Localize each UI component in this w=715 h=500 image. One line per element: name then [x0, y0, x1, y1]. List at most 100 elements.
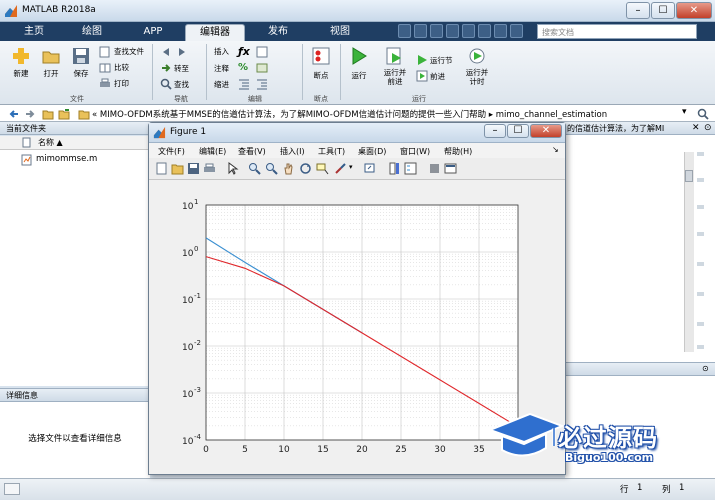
editor-marker — [697, 262, 704, 266]
brush-dropdown-icon[interactable]: ▾ — [349, 163, 353, 171]
watermark-title: 必过源码 — [558, 424, 658, 452]
path-dropdown-icon[interactable]: ▾ — [682, 107, 687, 117]
y-tick-label: 10 — [182, 249, 194, 259]
menu-insert[interactable]: 插入(I) — [280, 146, 305, 157]
menu-help[interactable]: 帮助(H) — [444, 146, 472, 157]
figure-minimize-button[interactable]: – — [484, 124, 506, 138]
find-button[interactable]: 查找 — [174, 79, 189, 90]
x-tick-label: 35 — [473, 445, 484, 455]
save-icon[interactable] — [72, 47, 90, 65]
fx-icon[interactable]: ƒx — [238, 45, 250, 58]
close-button[interactable]: ✕ — [676, 2, 712, 19]
print-figure-icon[interactable] — [203, 162, 216, 175]
wrap-comments-icon[interactable] — [256, 62, 268, 74]
brush-icon[interactable] — [334, 162, 347, 175]
up-folder-icon[interactable] — [42, 108, 54, 120]
maximize-button[interactable]: ☐ — [651, 2, 675, 19]
redo-icon[interactable] — [478, 24, 491, 38]
dock-figure-icon[interactable]: ↘ — [552, 145, 559, 154]
y-tick-label: 10 — [182, 343, 194, 353]
find-files-button[interactable]: 查找文件 — [114, 46, 144, 57]
quick-save-icon[interactable] — [398, 24, 411, 38]
comment-button[interactable]: 注释 — [214, 63, 229, 74]
search-icon[interactable] — [697, 108, 709, 120]
quick-paste-icon[interactable] — [446, 24, 459, 38]
editor-scrollbar[interactable] — [684, 152, 694, 352]
data-cursor-icon[interactable] — [316, 162, 329, 175]
hide-plot-tools-icon[interactable] — [428, 162, 441, 175]
show-plot-tools-icon[interactable] — [444, 162, 457, 175]
help-icon[interactable] — [510, 24, 523, 38]
forward-icon[interactable] — [176, 46, 188, 58]
quick-cut-icon[interactable] — [414, 24, 427, 38]
back-arrow-icon[interactable] — [8, 108, 20, 120]
menu-view[interactable]: 查看(V) — [238, 146, 266, 157]
save-label: 保存 — [73, 69, 89, 78]
advance-button[interactable]: 前进 — [430, 71, 445, 82]
edit-plot-icon[interactable] — [226, 162, 239, 175]
increase-indent-icon[interactable] — [256, 78, 268, 90]
open-icon[interactable] — [42, 47, 60, 65]
save-figure-icon[interactable] — [187, 162, 200, 175]
comment-percent-icon[interactable]: % — [238, 62, 248, 73]
run-icon[interactable] — [350, 47, 368, 65]
breakpoints-icon[interactable] — [312, 47, 330, 65]
menu-window[interactable]: 窗口(W) — [400, 146, 430, 157]
y-tick-labels: 10 110 010 -110 -210 -310 -4 — [182, 198, 202, 447]
print-button[interactable]: 打印 — [114, 78, 129, 89]
menu-edit[interactable]: 编辑(E) — [199, 146, 226, 157]
link-plot-icon[interactable] — [364, 162, 377, 175]
compare-icon — [99, 63, 111, 73]
menu-file[interactable]: 文件(F) — [158, 146, 185, 157]
new-icon[interactable] — [12, 47, 30, 65]
editor-menu-icon[interactable]: ⊙ — [704, 123, 712, 133]
insert-button[interactable]: 插入 — [214, 46, 229, 57]
undo-icon[interactable] — [462, 24, 475, 38]
minimize-button[interactable]: – — [626, 2, 650, 19]
tab-publish[interactable]: 发布 — [256, 24, 300, 41]
x-tick-label: 5 — [242, 445, 248, 455]
insert-function-icon[interactable] — [256, 46, 268, 58]
list-item[interactable]: mimommse.m — [4, 153, 144, 167]
x-tick-label: 10 — [278, 445, 290, 455]
open-file-icon[interactable] — [171, 162, 184, 175]
pan-icon[interactable] — [282, 162, 295, 175]
rotate-3d-icon[interactable] — [299, 162, 312, 175]
tab-editor[interactable]: 编辑器 — [185, 24, 245, 41]
compare-button[interactable]: 比较 — [114, 62, 129, 73]
zoom-in-icon[interactable] — [248, 162, 261, 175]
run-section-button[interactable]: 运行节 — [430, 55, 453, 66]
switch-windows-icon[interactable] — [494, 24, 507, 38]
tab-plots[interactable]: 绘图 — [70, 24, 114, 41]
smart-indent-icon[interactable] — [238, 78, 250, 90]
figure-maximize-button[interactable]: ☐ — [507, 124, 529, 138]
tab-apps[interactable]: APP — [128, 24, 178, 41]
run-section-icon — [418, 55, 427, 65]
quick-copy-icon[interactable] — [430, 24, 443, 38]
name-column-header[interactable]: 名称 ▲ — [38, 137, 63, 148]
tab-view[interactable]: 视图 — [318, 24, 362, 41]
scrollbar-thumb[interactable] — [685, 170, 693, 182]
back-icon[interactable] — [160, 46, 172, 58]
tab-home[interactable]: 主页 — [12, 24, 56, 41]
run-advance-icon[interactable] — [386, 47, 404, 65]
goto-button[interactable]: 转至 — [174, 63, 189, 74]
current-path[interactable]: « MIMO-OFDM系统基于MMSE的信道估计算法，为了解MIMO-OFDM信… — [92, 108, 607, 120]
legend-icon[interactable] — [404, 162, 417, 175]
indent-button[interactable]: 缩进 — [214, 79, 229, 90]
status-bar — [0, 478, 715, 500]
colorbar-icon[interactable] — [388, 162, 401, 175]
new-figure-icon[interactable] — [155, 162, 168, 175]
zoom-out-icon[interactable] — [265, 162, 278, 175]
forward-arrow-icon[interactable] — [24, 108, 36, 120]
figure-close-button[interactable]: ✕ — [530, 124, 562, 138]
menu-desktop[interactable]: 桌面(D) — [358, 146, 386, 157]
run-and-time-icon[interactable] — [468, 47, 486, 65]
workspace-menu-icon[interactable]: ⊙ — [702, 364, 709, 373]
open-label: 打开 — [43, 69, 59, 78]
editor-close-icon[interactable]: ✕ — [692, 123, 700, 133]
browse-folder-icon[interactable] — [58, 108, 70, 120]
search-docs-input[interactable]: 搜索文档 — [537, 24, 697, 39]
details-placeholder: 选择文件以查看详细信息 — [28, 434, 122, 444]
menu-tools[interactable]: 工具(T) — [318, 146, 345, 157]
